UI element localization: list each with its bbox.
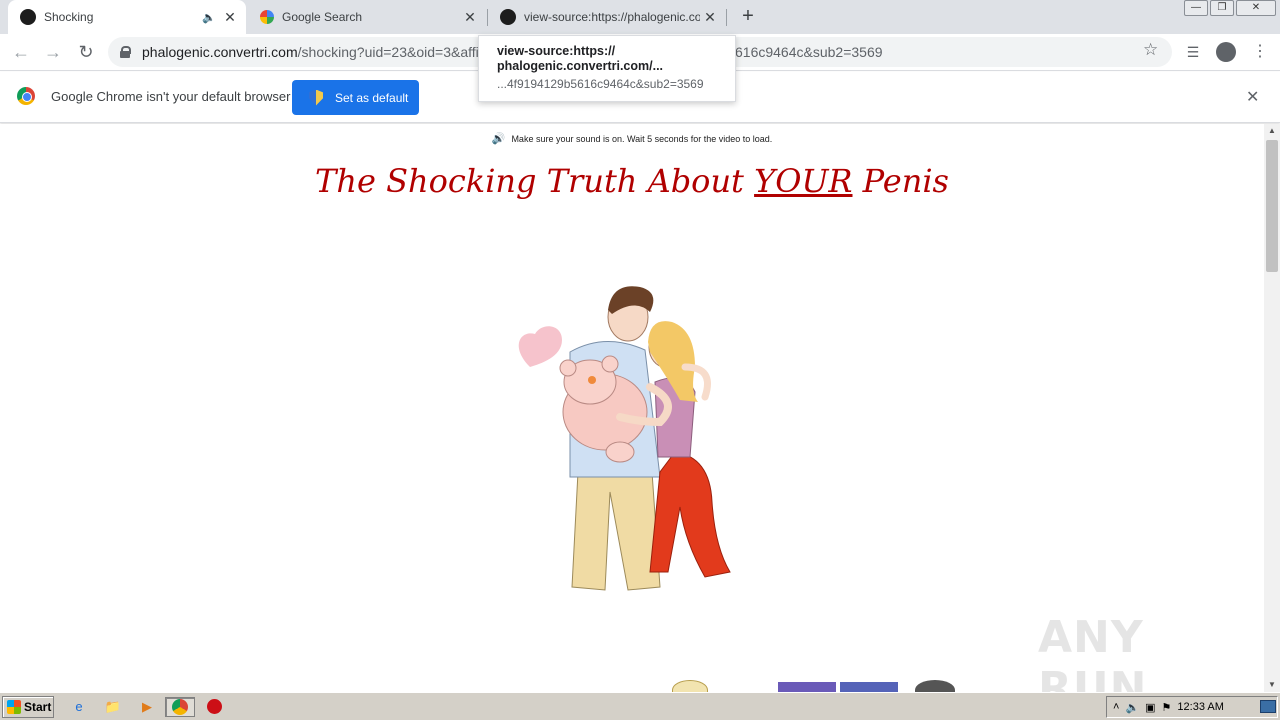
tab-shocking[interactable]: Shocking 🔈 ✕ <box>8 0 246 34</box>
tab-strip: Shocking 🔈 ✕ Google Search ✕ view-source… <box>0 0 1280 34</box>
show-desktop-icon[interactable] <box>1260 700 1276 713</box>
tab-hover-tooltip: view-source:https:// phalogenic.convertr… <box>478 35 736 102</box>
infobar-message: Google Chrome isn't your default browser <box>51 89 291 104</box>
mastercard-badge-icon <box>778 682 836 692</box>
tab-title: Shocking <box>44 10 94 24</box>
tab-close-icon[interactable]: ✕ <box>700 9 720 26</box>
sound-notice-text: Make sure your sound is on. Wait 5 secon… <box>511 134 773 144</box>
sound-notice: 🔊 Make sure your sound is on. Wait 5 seco… <box>0 132 1264 145</box>
page-content: 🔊 Make sure your sound is on. Wait 5 seco… <box>0 124 1264 692</box>
page-scrollbar[interactable]: ▲ ▼ <box>1264 124 1280 692</box>
menu-dots-icon[interactable]: ⋮ <box>1250 42 1270 62</box>
url-host: phalogenic.convertri.com <box>142 44 298 60</box>
url-text: phalogenic.convertri.com/shocking?uid=23… <box>142 44 479 60</box>
set-as-default-button[interactable]: Set as default <box>292 80 419 115</box>
headline-emphasis: YOUR <box>754 162 853 200</box>
anyrun-watermark: ANY RUN <box>1038 612 1148 692</box>
tab-title: Google Search <box>282 10 363 24</box>
media-player-icon[interactable]: ▶ <box>136 697 158 717</box>
profile-avatar-icon[interactable] <box>1216 42 1236 62</box>
chrome-taskbar-icon[interactable] <box>165 697 195 717</box>
visa-badge-icon <box>840 682 898 692</box>
restore-button[interactable]: ❐ <box>1210 0 1234 16</box>
chrome-logo-icon <box>17 87 35 105</box>
windows-logo-icon <box>7 700 21 714</box>
page-headline: The Shocking Truth About YOUR Penis <box>0 162 1264 200</box>
reload-icon[interactable]: ↻ <box>74 40 98 64</box>
tooltip-url: ...4f9194129b5616c9464c&sub2=3569 <box>497 77 704 91</box>
back-arrow-icon[interactable]: ← <box>9 40 33 64</box>
tab-divider <box>726 9 727 26</box>
clock[interactable]: 12:33 AM <box>1177 701 1223 713</box>
google-favicon-icon <box>260 10 274 24</box>
tooltip-title: view-source:https:// phalogenic.convertr… <box>497 44 664 73</box>
couple-illustration[interactable] <box>500 272 750 597</box>
opera-icon[interactable] <box>203 697 225 717</box>
start-label: Start <box>24 700 52 714</box>
ssl-badge-icon <box>915 680 955 692</box>
tab-close-icon[interactable]: ✕ <box>220 9 240 26</box>
close-window-button[interactable]: ✕ <box>1236 0 1276 16</box>
infobar-close-icon[interactable]: ✕ <box>1246 87 1259 107</box>
site-favicon-icon <box>500 9 516 25</box>
network-icon[interactable]: ▣ <box>1145 701 1155 714</box>
window-controls: — ❐ ✕ <box>1182 0 1276 18</box>
bookmark-star-icon[interactable]: ☆ <box>1143 40 1158 60</box>
shield-icon <box>309 89 323 106</box>
headline-part: The Shocking Truth About <box>315 162 755 200</box>
minimize-button[interactable]: — <box>1184 0 1208 16</box>
start-button[interactable]: Start <box>2 696 54 718</box>
scroll-down-arrow-icon[interactable]: ▼ <box>1264 678 1280 692</box>
new-tab-button[interactable]: + <box>736 5 760 29</box>
tab-google-search[interactable]: Google Search ✕ <box>248 0 486 34</box>
scroll-thumb[interactable] <box>1266 140 1278 272</box>
forward-arrow-icon[interactable]: → <box>41 40 65 64</box>
url-path: /shocking?uid=23&oid=3&affi <box>297 44 479 60</box>
windows-taskbar: Start e 📁 ▶ ˄ 🔈 ▣ ⚑ 12:33 AM <box>0 692 1280 720</box>
tab-title: view-source:https://phalogenic.conv <box>524 10 700 24</box>
guarantee-badge-icon <box>672 680 708 692</box>
media-control-icon[interactable]: ☰ <box>1183 42 1203 62</box>
set-as-default-label: Set as default <box>335 90 409 105</box>
internet-explorer-icon[interactable]: e <box>68 697 90 717</box>
site-favicon-icon <box>20 9 36 25</box>
speaker-icon: 🔊 <box>491 133 506 145</box>
tab-view-source[interactable]: view-source:https://phalogenic.conv ✕ <box>488 0 726 34</box>
audio-playing-icon[interactable]: 🔈 <box>202 11 220 24</box>
file-explorer-icon[interactable]: 📁 <box>102 697 124 717</box>
lock-icon[interactable] <box>120 46 131 58</box>
action-center-flag-icon[interactable]: ⚑ <box>1162 701 1172 714</box>
url-tail: 616c9464c&sub2=3569 <box>735 44 883 60</box>
headline-part: Penis <box>852 162 949 200</box>
scroll-up-arrow-icon[interactable]: ▲ <box>1264 124 1280 138</box>
system-tray: ˄ 🔈 ▣ ⚑ 12:33 AM <box>1106 696 1278 718</box>
tray-expand-icon[interactable]: ˄ <box>1113 701 1119 713</box>
tab-close-icon[interactable]: ✕ <box>460 9 480 26</box>
volume-icon[interactable]: 🔈 <box>1125 701 1139 714</box>
